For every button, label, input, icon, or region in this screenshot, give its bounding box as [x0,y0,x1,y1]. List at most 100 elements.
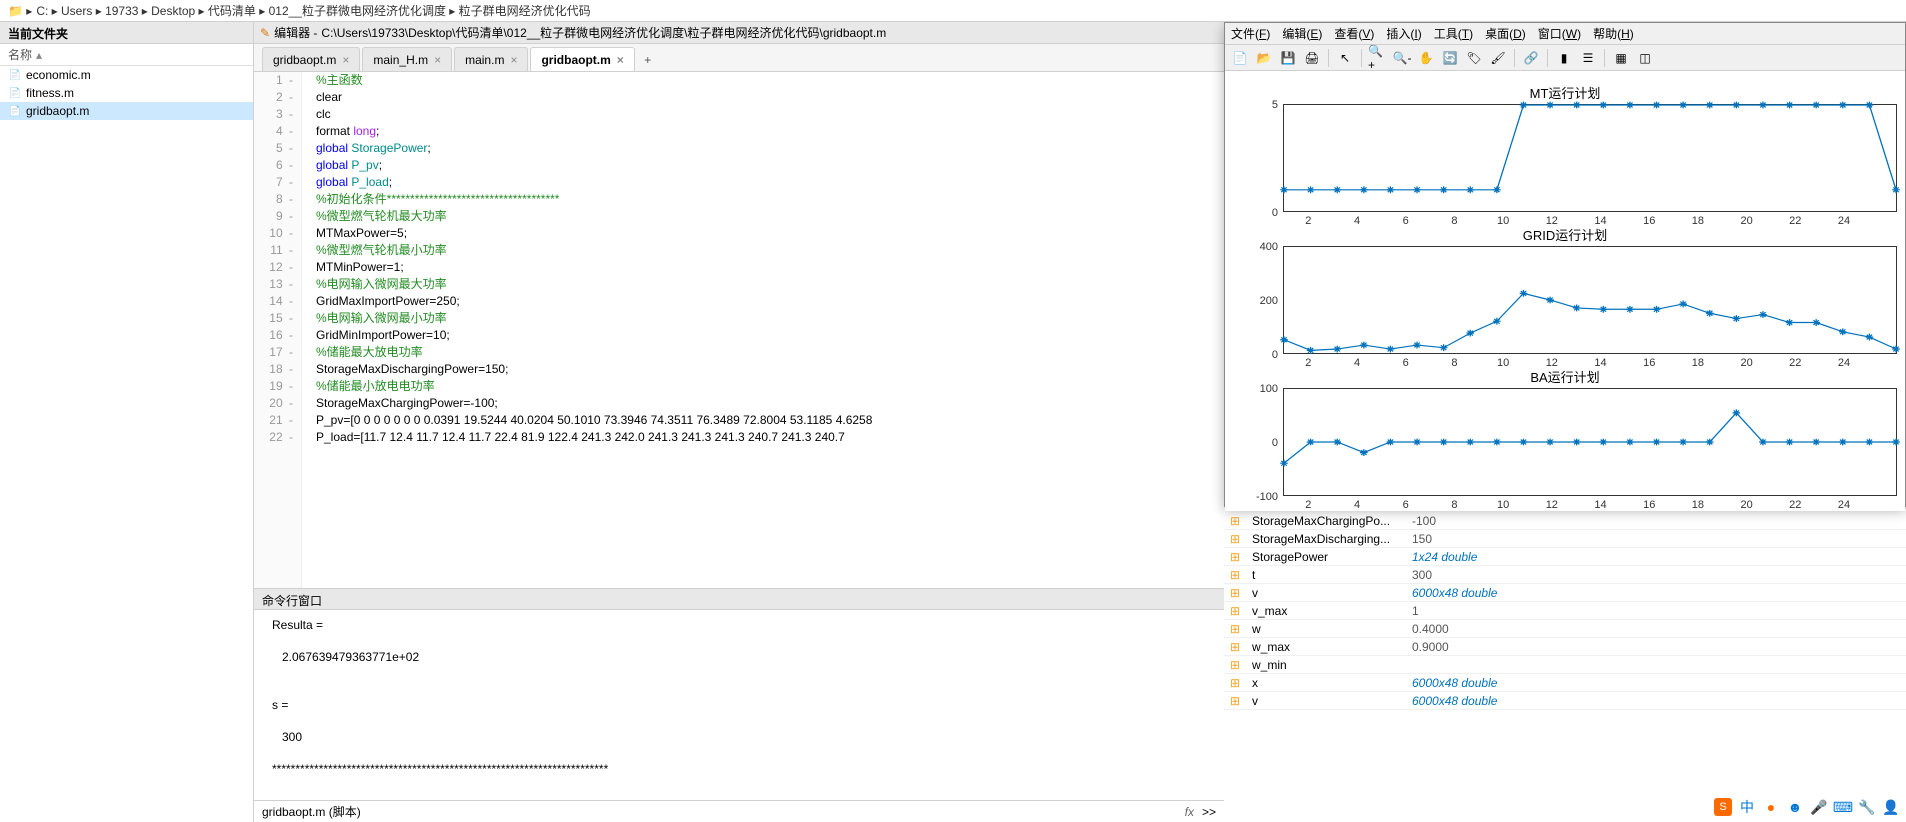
workspace-row[interactable]: ⊞v6000x48 double [1224,584,1906,602]
workspace-row[interactable]: ⊞StoragePower1x24 double [1224,548,1906,566]
menu-item[interactable]: 编辑(E) [1282,25,1322,42]
code-editor[interactable]: 1 -2 -3 -4 -5 -6 -7 -8 -9 -10 -11 -12 -1… [254,72,1224,588]
code-line[interactable]: %电网输入微网最大功率 [316,276,1224,293]
variable-icon: ⊞ [1230,694,1248,708]
open-button[interactable]: 📂 [1253,47,1275,69]
breadcrumb-item[interactable]: 代码清单 [208,4,256,18]
code-line[interactable]: clc [316,106,1224,123]
sort-icon: ▴ [36,48,42,62]
menu-item[interactable]: 帮助(H) [1593,25,1634,42]
status-bar: gridbaopt.m (脚本) fx >> [254,800,1224,822]
breadcrumb-item[interactable]: 粒子群电网经济优化代码 [459,4,591,18]
breadcrumb-item[interactable]: Desktop [151,4,195,18]
brush-button[interactable]: 🖌 [1487,47,1509,69]
code-line[interactable]: %电网输入微网最小功率 [316,310,1224,327]
workspace-row[interactable]: ⊞x6000x48 double [1224,674,1906,692]
code-line[interactable]: format long; [316,123,1224,140]
prompt[interactable]: >> [1202,805,1216,819]
workspace-row[interactable]: ⊞t300 [1224,566,1906,584]
menu-item[interactable]: 窗口(W) [1538,25,1581,42]
pan-button[interactable]: ✋ [1415,47,1437,69]
chevron-right-icon: ▸ [446,4,459,18]
close-icon[interactable]: × [434,53,441,67]
code-line[interactable]: MTMinPower=1; [316,259,1224,276]
tab-label: main.m [465,53,504,67]
file-item[interactable]: 📄fitness.m [0,84,253,102]
code-line[interactable]: %主函数 [316,72,1224,89]
file-item[interactable]: 📄economic.m [0,66,253,84]
menu-item[interactable]: 桌面(D) [1485,25,1526,42]
command-window[interactable]: Resulta = 2.067639479363771e+02s = 300**… [254,610,1224,800]
code-line[interactable]: MTMaxPower=5; [316,225,1224,242]
close-icon[interactable]: × [617,53,624,67]
keyboard-icon[interactable]: ⌨ [1834,798,1852,816]
new-button[interactable]: 📄 [1229,47,1251,69]
workspace-row[interactable]: ⊞w0.4000 [1224,620,1906,638]
variable-value: 6000x48 double [1412,694,1497,708]
workspace-row[interactable]: ⊞StorageMaxDischarging...150 [1224,530,1906,548]
workspace-row[interactable]: ⊞StorageMaxChargingPo...-100 [1224,512,1906,530]
code-line[interactable]: GridMaxImportPower=250; [316,293,1224,310]
code-line[interactable]: P_pv=[0 0 0 0 0 0 0 0.0391 19.5244 40.02… [316,412,1224,429]
workspace-row[interactable]: ⊞v_max1 [1224,602,1906,620]
menu-item[interactable]: 查看(V) [1334,25,1374,42]
rotate-button[interactable]: 🔄 [1439,47,1461,69]
arrow-button[interactable]: ↖ [1334,47,1356,69]
file-icon: 📄 [8,68,22,82]
datatip-button[interactable]: 🏷 [1463,47,1485,69]
code-line[interactable]: %储能最小放电电功率 [316,378,1224,395]
current-folder-panel: 当前文件夹 名称 ▴ 📄economic.m📄fitness.m📄gridbao… [0,22,254,822]
code-line[interactable]: %初始化条件**********************************… [316,191,1224,208]
dock-button[interactable]: ◫ [1634,47,1656,69]
column-header-name[interactable]: 名称 ▴ [0,44,253,66]
menu-item[interactable]: 文件(F) [1231,25,1270,42]
editor-tab[interactable]: main.m × [454,47,528,71]
code-line[interactable]: %储能最大放电功率 [316,344,1224,361]
close-icon[interactable]: × [342,53,349,67]
close-icon[interactable]: × [510,53,517,67]
breadcrumb-item[interactable]: C: [36,4,48,18]
code-line[interactable]: clear [316,89,1224,106]
person-icon[interactable]: 👤 [1882,798,1900,816]
editor-tab[interactable]: gridbaopt.m× [262,47,360,71]
add-tab-button[interactable]: + [637,49,659,71]
workspace-row[interactable]: ⊞w_min [1224,656,1906,674]
mic-icon[interactable]: 🎤 [1810,798,1828,816]
code-line[interactable]: StorageMaxDischargingPower=150; [316,361,1224,378]
link-button[interactable]: 🔗 [1520,47,1542,69]
code-line[interactable]: %微型燃气轮机最小功率 [316,242,1224,259]
legend-button[interactable]: ☰ [1577,47,1599,69]
code-line[interactable]: global P_pv; [316,157,1224,174]
breadcrumb-item[interactable]: Users [61,4,92,18]
colorbar-button[interactable]: ▮ [1553,47,1575,69]
variable-icon: ⊞ [1230,514,1248,528]
ime-cn-icon[interactable]: 中 [1738,798,1756,816]
ime-icon[interactable]: S [1714,798,1732,816]
print-button[interactable]: 🖨 [1301,47,1323,69]
workspace-row[interactable]: ⊞v6000x48 double [1224,692,1906,710]
breadcrumb[interactable]: 📁 ▸ C: ▸ Users ▸ 19733 ▸ Desktop ▸ 代码清单 … [0,0,1906,22]
code-line[interactable]: P_load=[11.7 12.4 11.7 12.4 11.7 22.4 81… [316,429,1224,446]
editor-tab[interactable]: main_H.m× [362,47,452,71]
chevron-right-icon: ▸ [48,4,61,18]
tool-icon[interactable]: 🔧 [1858,798,1876,816]
file-tree: 📄economic.m📄fitness.m📄gridbaopt.m [0,66,253,822]
grid-button[interactable]: ▦ [1610,47,1632,69]
code-line[interactable]: global StoragePower; [316,140,1224,157]
save-button[interactable]: 💾 [1277,47,1299,69]
menu-item[interactable]: 插入(I) [1386,25,1421,42]
smile-icon[interactable]: ☻ [1786,798,1804,816]
code-line[interactable]: StorageMaxChargingPower=-100; [316,395,1224,412]
zoomout-button[interactable]: 🔍- [1391,47,1413,69]
variable-name: w [1252,622,1412,636]
file-item[interactable]: 📄gridbaopt.m [0,102,253,120]
workspace-row[interactable]: ⊞w_max0.9000 [1224,638,1906,656]
editor-tab[interactable]: gridbaopt.m× [530,47,634,71]
zoomin-button[interactable]: 🔍+ [1367,47,1389,69]
code-line[interactable]: global P_load; [316,174,1224,191]
code-line[interactable]: %微型燃气轮机最大功率 [316,208,1224,225]
breadcrumb-item[interactable]: 012__粒子群微电网经济优化调度 [269,4,446,18]
menu-item[interactable]: 工具(T) [1434,25,1473,42]
code-line[interactable]: GridMinImportPower=10; [316,327,1224,344]
breadcrumb-item[interactable]: 19733 [105,4,138,18]
